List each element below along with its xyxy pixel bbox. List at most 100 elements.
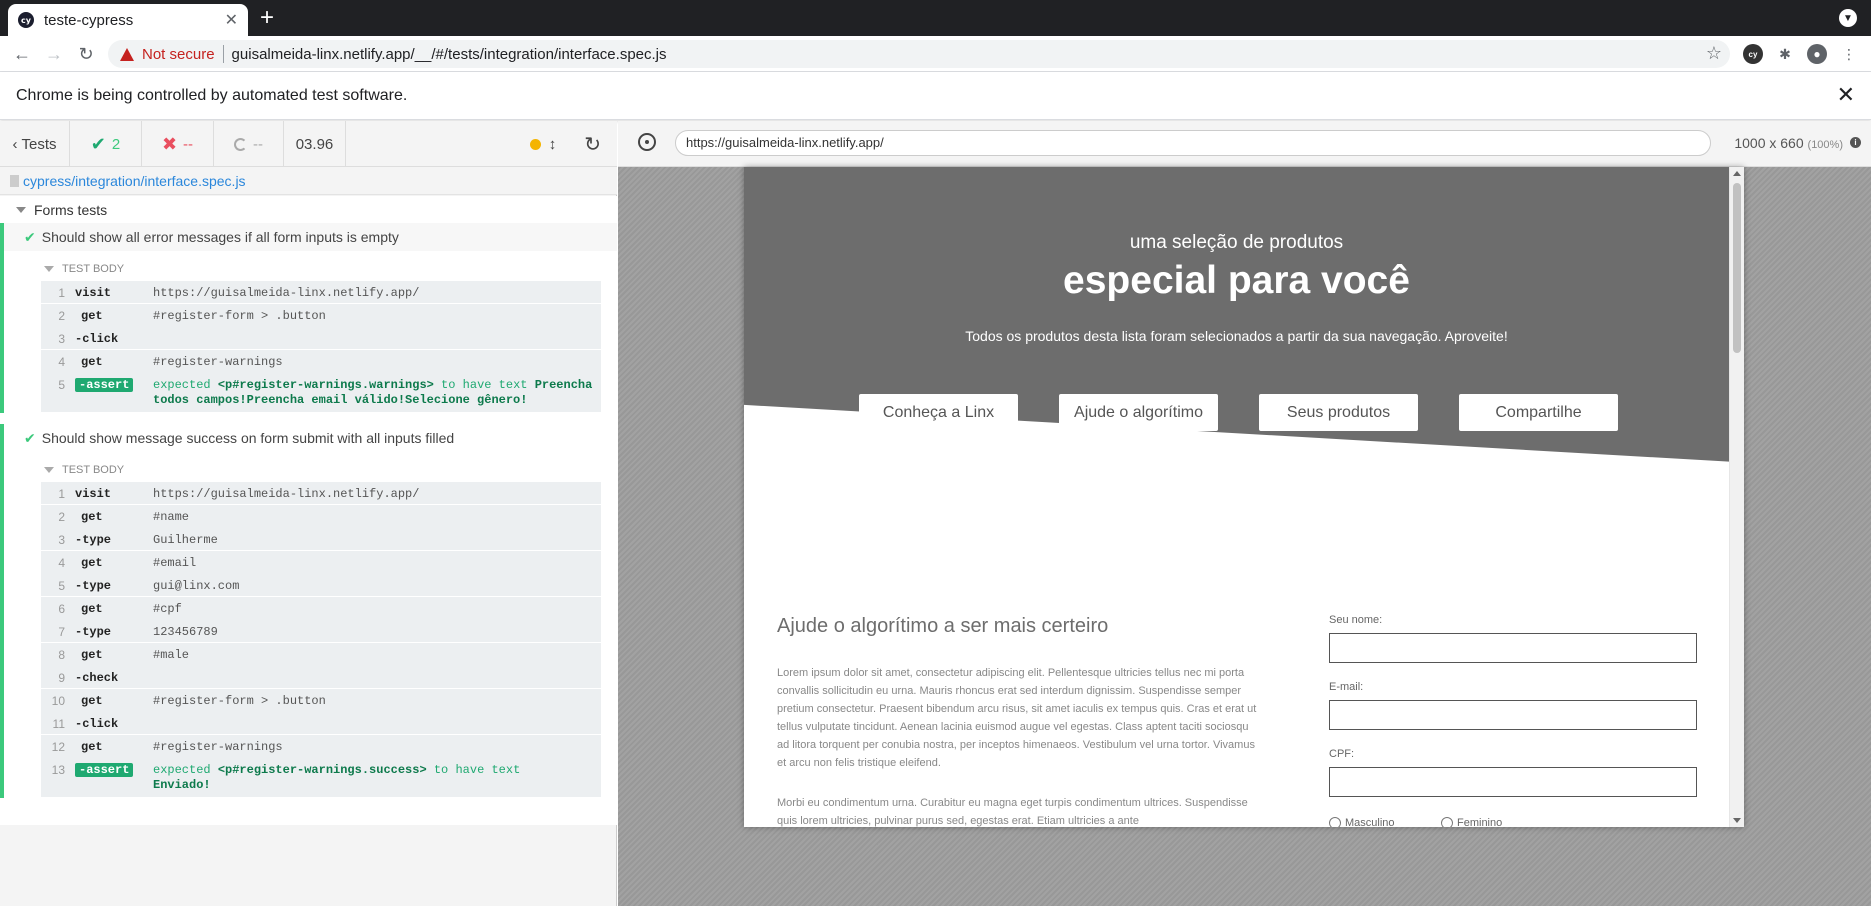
new-tab-button[interactable]: +	[260, 6, 274, 30]
bookmark-star-icon[interactable]: ☆	[1706, 43, 1722, 64]
test-body-toggle[interactable]: TEST BODY	[4, 257, 617, 281]
assert-badge: -assert	[75, 378, 134, 392]
back-arrow-icon[interactable]: ←	[10, 42, 34, 66]
command-number: 5	[58, 579, 65, 593]
reload-icon[interactable]: ↻	[74, 42, 98, 66]
command-row[interactable]: 4 get #email	[41, 551, 601, 574]
command-row[interactable]: 8 get #male	[41, 643, 601, 666]
pending-value: --	[253, 135, 263, 153]
section-title: Ajude o algorítimo a ser mais certeiro	[777, 615, 1109, 637]
test-body-toggle[interactable]: TEST BODY	[4, 458, 617, 482]
command-row[interactable]: 4 get #register-warnings	[41, 350, 601, 373]
profile-avatar-icon[interactable]: ●	[1807, 44, 1827, 64]
command-row[interactable]: 2 get #register-form > .button	[41, 304, 601, 327]
test-item: ✔ Should show message success on form su…	[0, 424, 617, 798]
command-number: 3	[58, 533, 65, 547]
tab-close-icon[interactable]: ✕	[225, 10, 238, 30]
scroll-down-icon[interactable]	[1733, 818, 1741, 823]
suite-title-row[interactable]: Forms tests	[0, 196, 617, 223]
assert-message: expected <p#register-warnings.warnings> …	[153, 378, 601, 412]
assert-prefix: expected	[153, 378, 218, 392]
info-icon[interactable]: i	[1850, 137, 1861, 148]
command-name: -click	[75, 332, 119, 346]
assert-badge: -assert	[75, 763, 134, 777]
tests-nav-button[interactable]: ‹ Tests	[0, 121, 70, 167]
command-row[interactable]: 3 -type Guilherme	[41, 528, 601, 551]
browser-tab[interactable]: cy teste-cypress ✕	[8, 4, 248, 36]
male-radio[interactable]: Masculino	[1329, 817, 1395, 827]
command-row[interactable]: 12 get #register-warnings	[41, 735, 601, 758]
ajude-algoritimo-button[interactable]: Ajude o algorítimo	[1059, 394, 1218, 431]
scroll-up-icon[interactable]	[1733, 171, 1741, 176]
command-name: -type	[75, 579, 112, 593]
command-row[interactable]: 5 -assert expected <p#register-warnings.…	[41, 373, 601, 413]
command-number: 3	[58, 332, 65, 346]
browser-toolbar: ← → ↻ Not secure guisalmeida-linx.netlif…	[0, 36, 1871, 72]
command-row[interactable]: 13 -assert expected <p#register-warnings…	[41, 758, 601, 798]
command-name: -check	[75, 671, 119, 685]
command-row[interactable]: 11 -click	[41, 712, 601, 735]
female-label: Feminino	[1457, 817, 1503, 827]
command-number: 12	[51, 740, 65, 754]
caret-down-icon	[44, 266, 54, 272]
auto-scroll-toggle-icon[interactable]: ↕	[549, 136, 557, 153]
email-label: E-mail:	[1329, 681, 1364, 693]
selector-playground-icon[interactable]	[638, 133, 656, 151]
test-title-row[interactable]: ✔ Should show message success on form su…	[4, 424, 617, 452]
rerun-tests-icon[interactable]: ↻	[584, 132, 601, 157]
command-row[interactable]: 6 get #cpf	[41, 597, 601, 620]
command-list: 1 visit https://guisalmeida-linx.netlify.a…	[41, 281, 601, 413]
test-body-label: TEST BODY	[62, 263, 125, 275]
command-message: Guilherme	[153, 533, 218, 547]
cypress-extension-icon[interactable]: cy	[1743, 44, 1763, 64]
command-row[interactable]: 5 -type gui@linx.com	[41, 574, 601, 597]
command-row[interactable]: 10 get #register-form > .button	[41, 689, 601, 712]
test-title-row[interactable]: ✔ Should show all error messages if all …	[4, 223, 617, 251]
name-input[interactable]	[1329, 633, 1697, 663]
iframe-scrollbar[interactable]	[1729, 167, 1744, 827]
command-number: 1	[58, 487, 65, 501]
cpf-input[interactable]	[1329, 767, 1697, 797]
kebab-menu-icon[interactable]: ⋮	[1839, 44, 1859, 64]
security-status[interactable]: Not secure	[142, 46, 215, 63]
command-number: 2	[58, 510, 65, 524]
assert-mid: to have text	[426, 763, 521, 777]
compartilhe-button[interactable]: Compartilhe	[1459, 394, 1618, 431]
command-row[interactable]: 9 -check	[41, 666, 601, 689]
address-bar[interactable]: Not secure guisalmeida-linx.netlify.app/…	[108, 40, 1730, 68]
command-number: 4	[58, 556, 65, 570]
spec-path-link[interactable]: cypress/integration/interface.spec.js	[23, 173, 246, 189]
app-iframe: uma seleção de produtos especial para vo…	[744, 167, 1744, 827]
command-row[interactable]: 7 -type 123456789	[41, 620, 601, 643]
command-row[interactable]: 3 -click	[41, 327, 601, 350]
command-row[interactable]: 1 visit https://guisalmeida-linx.netlify.a…	[41, 281, 601, 304]
command-name: -assert	[75, 763, 153, 777]
forward-arrow-icon[interactable]: →	[42, 42, 66, 66]
email-input[interactable]	[1329, 700, 1697, 730]
puzzle-extensions-icon[interactable]: ✱	[1775, 44, 1795, 64]
command-row[interactable]: 1 visit https://guisalmeida-linx.netlify.a…	[41, 482, 601, 505]
failed-value: --	[183, 135, 194, 153]
tab-search-icon[interactable]: ▼	[1839, 9, 1857, 27]
scroll-thumb[interactable]	[1733, 183, 1741, 353]
assert-subject: <p#register-warnings.success>	[217, 763, 427, 777]
seus-produtos-button[interactable]: Seus produtos	[1259, 394, 1418, 431]
test-title: Should show message success on form subm…	[41, 430, 455, 446]
command-message: #male	[153, 648, 190, 662]
command-message: #name	[153, 510, 190, 524]
command-name: -assert	[75, 378, 153, 392]
conheca-linx-button[interactable]: Conheça a Linx	[859, 394, 1018, 431]
hero-subtitle: uma seleção de produtos	[1129, 232, 1344, 253]
assert-mid: to have text	[433, 378, 535, 392]
browser-tabstrip: cy teste-cypress ✕ + ▼	[0, 0, 1871, 36]
command-row[interactable]: 2 get #name	[41, 505, 601, 528]
hero-title: especial para você	[1063, 259, 1410, 302]
female-radio[interactable]: Feminino	[1441, 817, 1502, 827]
test-item: ✔ Should show all error messages if all …	[0, 223, 617, 413]
aut-url-field[interactable]: https://guisalmeida-linx.netlify.app/	[675, 130, 1711, 156]
command-message: #register-warnings	[153, 740, 283, 754]
infobar-close-icon[interactable]: ✕	[1837, 84, 1855, 106]
command-number: 10	[51, 694, 65, 708]
name-label: Seu nome:	[1329, 614, 1383, 626]
address-url[interactable]: guisalmeida-linx.netlify.app/__/#/tests/…	[232, 46, 667, 63]
